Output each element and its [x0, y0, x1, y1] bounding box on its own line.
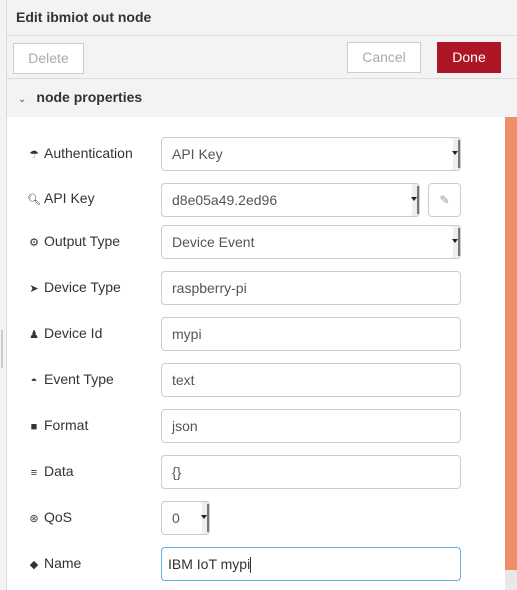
qos-label: ⊛ QoS [27, 509, 72, 525]
umbrella-icon: ☂ [29, 149, 39, 161]
format-label: ■ Format [27, 417, 89, 433]
user-icon: ♟ [29, 329, 39, 341]
dashboard-icon: ◓ [30, 375, 38, 387]
chevron-down-icon: ⌄ [18, 94, 27, 105]
name-input[interactable]: IBM IoT mypi [161, 547, 461, 581]
done-button[interactable]: Done [437, 42, 501, 73]
event-type-label: ◓ Event Type [27, 371, 114, 387]
key-icon: 🔍︎ [27, 194, 41, 206]
authentication-label: ☂ Authentication [27, 145, 133, 161]
api-key-select[interactable]: d8e05a49.2ed96 [161, 183, 420, 217]
edit-api-key-button[interactable]: ✎ [428, 183, 461, 217]
device-type-label: ➤ Device Type [27, 279, 120, 295]
dialog-title: Edit ibmiot out node [16, 9, 152, 25]
data-label: ≡ Data [27, 463, 74, 479]
output-type-select[interactable]: Device Event [161, 225, 461, 259]
output-type-label: ⚙ Output Type [27, 233, 120, 249]
scrollbar-thumb[interactable] [505, 117, 517, 570]
cancel-button[interactable]: Cancel [347, 42, 421, 73]
file-icon: ■ [30, 421, 38, 433]
data-input[interactable]: {} [161, 455, 461, 489]
qos-select[interactable]: 0 [161, 501, 210, 535]
cogs-icon: ⚙ [29, 237, 39, 249]
name-label: ◆ Name [27, 555, 82, 571]
divider [7, 35, 517, 36]
api-key-label: 🔍︎ API Key [27, 190, 95, 206]
device-type-input[interactable]: raspberry-pi [161, 271, 461, 305]
device-id-input[interactable]: mypi [161, 317, 461, 351]
delete-button[interactable]: Delete [13, 43, 84, 74]
section-header-node-properties[interactable]: ⌄ node properties [18, 89, 142, 105]
tag-icon: ◆ [29, 559, 39, 571]
authentication-select[interactable]: API Key [161, 137, 461, 171]
pencil-icon: ✎ [439, 193, 450, 207]
database-icon: ≡ [30, 467, 38, 479]
resize-handle[interactable] [1, 330, 3, 368]
divider [7, 78, 517, 79]
empire-icon: ⊛ [29, 513, 39, 525]
event-type-input[interactable]: text [161, 363, 461, 397]
device-id-label: ♟ Device Id [27, 325, 102, 341]
rocket-icon: ➤ [29, 283, 39, 295]
section-title: node properties [36, 89, 143, 105]
format-input[interactable]: json [161, 409, 461, 443]
text-cursor [250, 557, 252, 574]
